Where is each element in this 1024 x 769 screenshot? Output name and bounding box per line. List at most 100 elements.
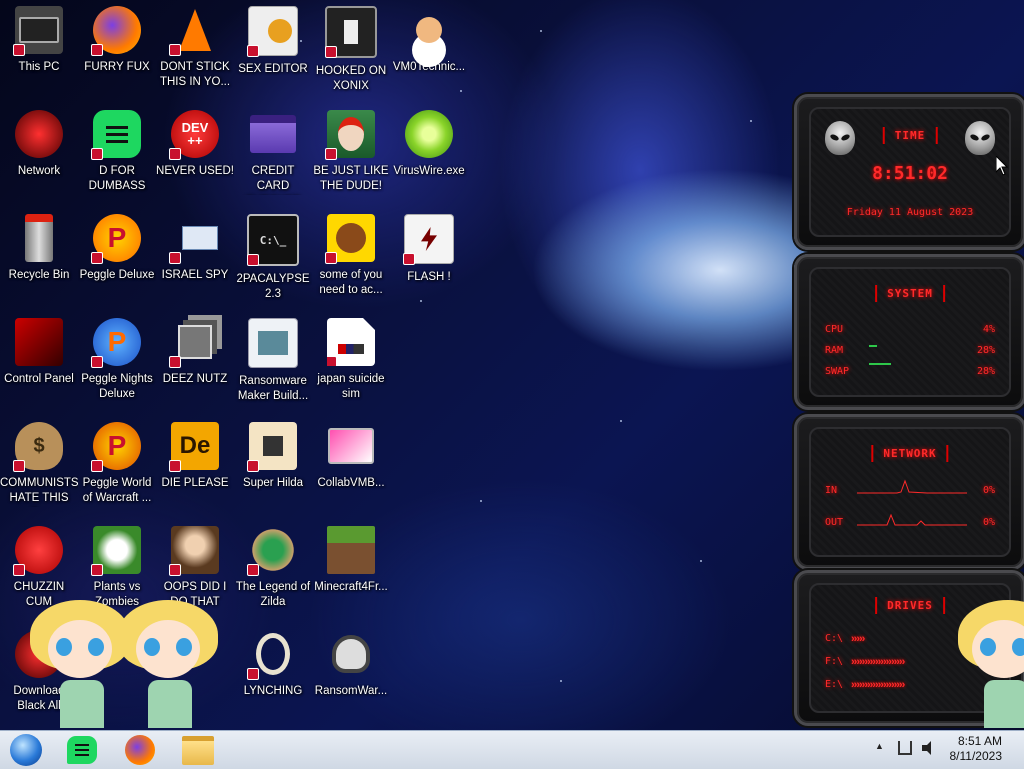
network-window-icon (169, 214, 219, 264)
swap-value: 28% (976, 366, 995, 377)
icon-label: HOOKED ON XONIX (315, 65, 387, 92)
app-window-icon (248, 318, 298, 368)
icon-label: FLASH ! (407, 271, 451, 283)
icon-label: LYNCHING (243, 685, 303, 697)
peggle-icon: P (91, 318, 141, 368)
icon-label: japan suicide sim (317, 373, 385, 400)
system-widget: SYSTEM CPU 4% RAM 28% SWAP 28% (794, 254, 1024, 410)
desktop-icon-network[interactable]: Network (0, 110, 78, 179)
net-out-label: OUT (825, 517, 844, 528)
network-widget: NETWORK IN 0% OUT 0% (794, 414, 1024, 570)
desktop-icon-deez-nutz[interactable]: DEEZ NUTZ (156, 318, 234, 387)
time-widget-title: TIME (882, 127, 938, 144)
cartoon-character-sticker (118, 600, 218, 728)
flower-icon (91, 526, 141, 576)
icon-label: DONT STICK THIS IN YO... (159, 61, 231, 88)
icon-label: 2PACALYPSE 2.3 (236, 273, 310, 300)
chat-bubble-icon (91, 110, 141, 160)
cartoon-character-sticker (30, 600, 130, 728)
desktop-icon-israel-spy[interactable]: ISRAEL SPY (156, 214, 234, 283)
icon-label: Super Hilda (242, 477, 304, 489)
desktop-icon-ransomwar[interactable]: RansomWar... (312, 630, 390, 699)
desktop-icon-hooked-on-xonix[interactable]: HOOKED ON XONIX (312, 6, 390, 94)
desktop-icon-be-just-like[interactable]: BE JUST LIKE THE DUDE! (312, 110, 390, 194)
tray-overflow-button[interactable]: ▲ (875, 741, 884, 751)
alien-head-icon (965, 121, 995, 155)
start-orb-icon (10, 734, 42, 766)
desktop-icon-zilda[interactable]: The Legend of Zilda (234, 526, 312, 610)
folder-icon (182, 735, 214, 765)
desktop-icon-peggle-nights[interactable]: P Peggle Nights Deluxe (78, 318, 156, 402)
desktop-icon-d-for-dumbass[interactable]: D FOR DUMBASS (78, 110, 156, 194)
desktop-icon-this-pc[interactable]: This PC (0, 6, 78, 75)
desktop-icon-sex-editor[interactable]: SEX EDITOR (234, 6, 312, 77)
drive-e-label: E:\ (825, 679, 844, 690)
peggle-letter: P (107, 326, 127, 357)
peggle-letter: P (107, 222, 127, 253)
desktop-icon-credit-card[interactable]: CREDIT CARD CHECKER (234, 110, 312, 195)
icon-label: Peggle Nights Deluxe (81, 373, 153, 400)
desktop-icon-some-of-you[interactable]: some of you need to ac... (312, 214, 390, 298)
credit-card-icon (249, 110, 297, 158)
desktop-icon-oops[interactable]: OOPS DID I DO THAT (156, 526, 234, 610)
icon-label: RansomWar... (314, 685, 388, 697)
time-widget: TIME 8:51:02 Friday 11 August 2023 (794, 94, 1024, 250)
noose-icon (247, 630, 297, 680)
desktop-icon-flash[interactable]: FLASH ! (390, 214, 468, 285)
drive-f-label: F:\ (825, 656, 844, 667)
desktop-icon-peggle-wow[interactable]: P Peggle World of Warcraft ... (78, 422, 156, 506)
pixel-hero-icon (247, 526, 297, 576)
de-icon: De (169, 422, 219, 472)
desktop-icon-communists[interactable]: $ COMMUNISTS HATE THIS G... (0, 422, 78, 507)
desktop-icon-peggle-deluxe[interactable]: P Peggle Deluxe (78, 214, 156, 283)
desktop-icon-never-used[interactable]: DEV ++ NEVER USED! (156, 110, 234, 179)
system-widget-title: SYSTEM (875, 285, 945, 302)
volume-tray-icon[interactable] (922, 741, 938, 755)
taskbar-spotify-button[interactable] (64, 734, 100, 766)
icon-label: DEEZ NUTZ (162, 373, 228, 385)
mouse-cursor-icon (996, 156, 1008, 176)
taskbar-file-explorer-button[interactable] (180, 734, 216, 766)
icon-label: The Legend of Zilda (235, 581, 311, 608)
desktop-icon-minecraft[interactable]: Minecraft4Fr... (312, 526, 390, 595)
terminal-icon: C:\_ (247, 214, 299, 266)
lime-icon (405, 110, 453, 158)
desktop-icon-viruswire[interactable]: VirusWire.exe (390, 110, 468, 179)
desktop-icon-super-hilda[interactable]: Super Hilda (234, 422, 312, 491)
desktop-icon-lynching[interactable]: LYNCHING (234, 630, 312, 699)
desktop-icon-vm0technic[interactable]: VM0Technic... (390, 6, 468, 75)
desktop-icon-japan-sim[interactable]: japan suicide sim (312, 318, 390, 402)
icon-label: This PC (18, 61, 60, 73)
peggle-icon: P (91, 214, 141, 264)
desktop-icon-plants-vs-zombies[interactable]: Plants vs Zombies (78, 526, 156, 610)
desktop-icon-recycle-bin[interactable]: Recycle Bin (0, 214, 78, 283)
taskbar-firefox-button[interactable] (122, 734, 158, 766)
document-icon (327, 318, 375, 366)
desktop-icon-ransomware-maker[interactable]: Ransomware Maker Build... (234, 318, 312, 404)
net-in-graph (857, 479, 967, 494)
desktop-icon-collabvm[interactable]: CollabVMB... (312, 422, 390, 491)
swap-label: SWAP (825, 366, 850, 377)
pixel-character-icon (247, 422, 297, 472)
icon-label: BE JUST LIKE THE DUDE! (313, 165, 389, 192)
desktop-icon-furry-fux[interactable]: FURRY FUX (78, 6, 156, 75)
desktop-icon-dont-stick[interactable]: DONT STICK THIS IN YO... (156, 6, 234, 90)
taskbar-clock[interactable]: 8:51 AM 8/11/2023 (950, 734, 1003, 764)
firefox-icon (125, 735, 155, 765)
desktop-icon-2pacalypse[interactable]: C:\_ 2PACALYPSE 2.3 (234, 214, 312, 302)
ram-label: RAM (825, 345, 844, 356)
network-tray-icon[interactable] (898, 741, 912, 755)
desktop-icon-control-panel[interactable]: Control Panel (0, 318, 78, 387)
monitor-icon (327, 422, 375, 470)
icon-label: DIE PLEASE (161, 477, 229, 489)
xonix-icon (325, 6, 377, 58)
peggle-icon: P (91, 422, 141, 472)
red-orb-icon (15, 110, 63, 158)
desktop-icon-chuzzin[interactable]: CHUZZIN CUM (0, 526, 78, 610)
desktop-icon-die-please[interactable]: De DIE PLEASE (156, 422, 234, 491)
start-button[interactable] (8, 734, 44, 766)
clock-display: 8:51:02 (872, 163, 948, 184)
icon-label: ISRAEL SPY (161, 269, 229, 281)
grass-block-icon (327, 526, 375, 574)
taskbar: ▲ 8:51 AM 8/11/2023 (0, 730, 1024, 769)
